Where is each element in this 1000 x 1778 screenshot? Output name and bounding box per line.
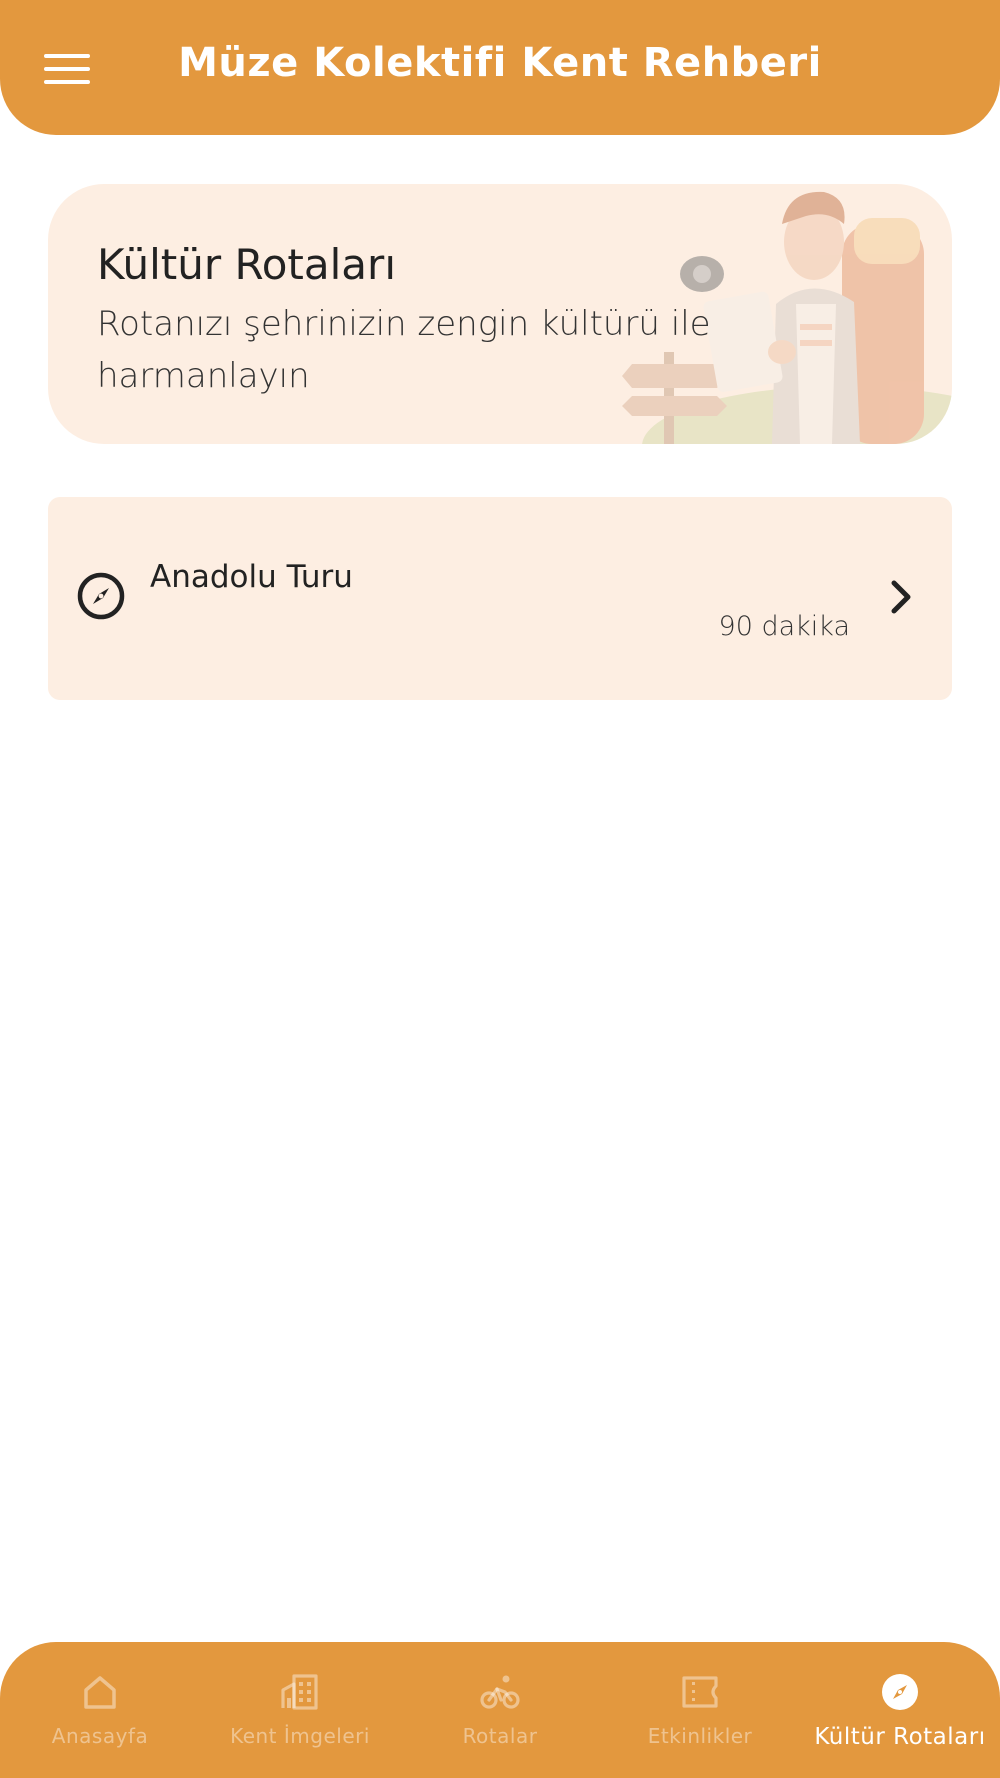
nav-item-routes[interactable]: Rotalar bbox=[400, 1642, 600, 1778]
building-icon bbox=[281, 1674, 318, 1710]
hero-subtitle: Rotanızı şehrinizin zengin kültürü ile h… bbox=[97, 304, 711, 396]
nav-label-city-images: Kent İmgeleri bbox=[230, 1724, 370, 1748]
nav-item-city-images[interactable]: Kent İmgeleri bbox=[200, 1642, 400, 1778]
nav-item-events[interactable]: Etkinlikler bbox=[600, 1642, 800, 1778]
nav-item-culture-routes[interactable]: Kültür Rotaları bbox=[800, 1642, 1000, 1778]
hero-title: Kültür Rotaları bbox=[97, 240, 396, 289]
nav-label-culture-routes: Kültür Rotaları bbox=[814, 1724, 986, 1750]
app-title: Müze Kolektifi Kent Rehberi bbox=[178, 40, 822, 86]
nav-label-routes: Rotalar bbox=[462, 1724, 538, 1748]
nav-label-events: Etkinlikler bbox=[647, 1724, 753, 1748]
bottom-navigation: Anasayfa Kent İmgeleri Rotalar Etkinlikl… bbox=[0, 1642, 1000, 1778]
ticket-icon bbox=[682, 1676, 718, 1708]
route-list-item[interactable]: Anadolu Turu 90 dakika bbox=[48, 497, 952, 700]
nav-item-home[interactable]: Anasayfa bbox=[0, 1642, 200, 1778]
route-name: Anadolu Turu bbox=[150, 559, 353, 595]
nav-label-home: Anasayfa bbox=[51, 1724, 149, 1748]
bicycle-icon bbox=[480, 1675, 520, 1709]
home-icon bbox=[84, 1676, 116, 1709]
route-duration: 90 dakika bbox=[718, 611, 850, 642]
app-header: Müze Kolektifi Kent Rehberi bbox=[0, 0, 1000, 135]
hero-banner: Kültür Rotaları Rotanızı şehrinizin zeng… bbox=[48, 184, 952, 444]
compass-icon bbox=[77, 572, 125, 620]
compass-icon bbox=[882, 1674, 918, 1710]
chevron-right-icon bbox=[891, 580, 911, 614]
